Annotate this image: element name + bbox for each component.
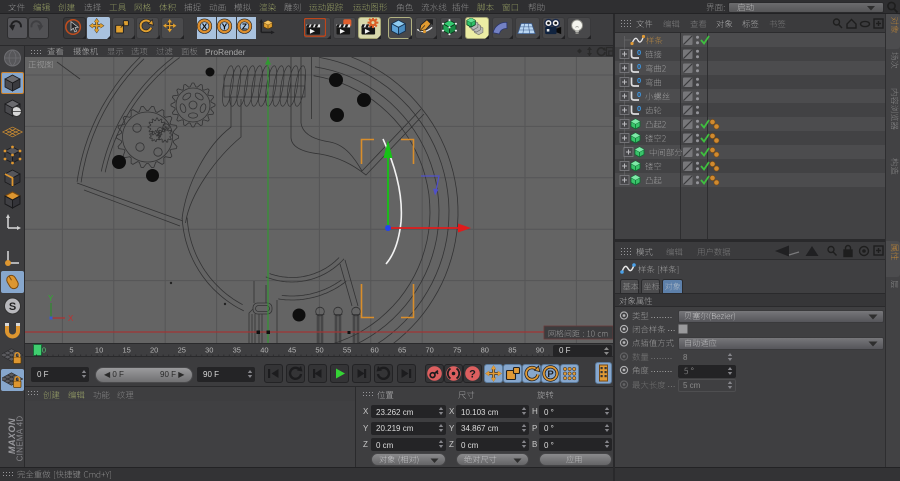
svg-text:Z: Z <box>241 21 246 31</box>
svg-text:X: X <box>201 21 207 31</box>
svg-text:P: P <box>547 369 554 380</box>
svg-text:?: ? <box>469 368 476 380</box>
svg-text:Y: Y <box>48 294 54 303</box>
svg-text:S: S <box>9 301 16 313</box>
svg-text:Y: Y <box>221 21 227 31</box>
svg-text:X: X <box>68 314 74 323</box>
